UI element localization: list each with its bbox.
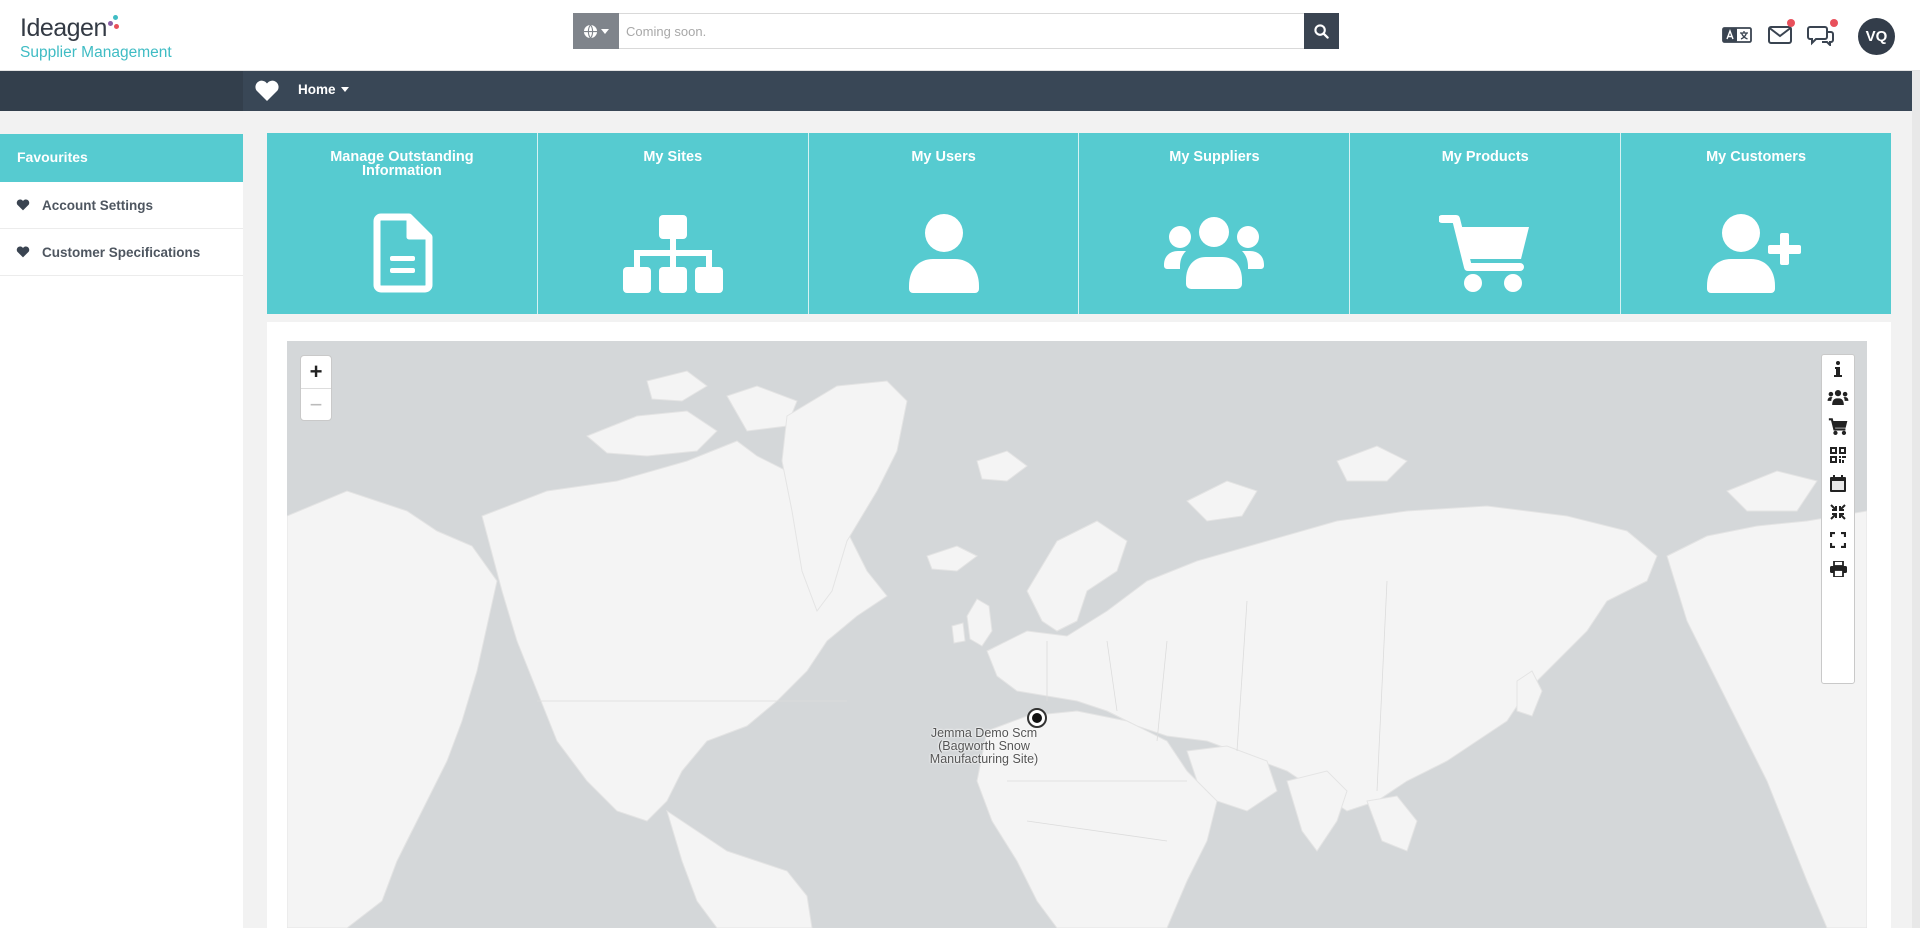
- search-input[interactable]: [619, 13, 1304, 49]
- navbar-left-panel: [0, 71, 243, 111]
- main-navbar: Home: [0, 71, 1912, 111]
- favourite-item-customer-specifications[interactable]: Customer Specifications: [0, 229, 243, 276]
- map-tool-print[interactable]: [1822, 555, 1854, 584]
- user-avatar[interactable]: VQ: [1858, 18, 1895, 55]
- map-tool-fullscreen[interactable]: [1822, 526, 1854, 555]
- tile-title: My Users: [911, 149, 976, 165]
- print-icon: [1829, 560, 1847, 577]
- map-tool-qrcode[interactable]: [1822, 441, 1854, 470]
- chat-button[interactable]: [1806, 19, 1838, 48]
- nav-home-label: Home: [298, 82, 336, 97]
- tile-title: My Customers: [1706, 149, 1807, 165]
- notification-dot: [1787, 19, 1795, 27]
- chat-icon: [1807, 26, 1834, 46]
- favourite-item-label: Customer Specifications: [42, 244, 201, 260]
- notification-dot: [1830, 19, 1838, 27]
- global-search: [573, 13, 1339, 49]
- user-plus-icon: [1707, 214, 1805, 298]
- zoom-control: + −: [300, 355, 332, 421]
- envelope-icon: [1768, 26, 1792, 44]
- calendar-icon: [1830, 474, 1846, 492]
- map-tool-suppliers[interactable]: [1822, 384, 1854, 413]
- users-group-icon: [1164, 217, 1265, 294]
- dashboard-tiles: Manage Outstanding Information My Sites …: [267, 133, 1891, 314]
- nav-home-dropdown[interactable]: Home: [298, 82, 349, 97]
- map-card: + − Jemma Demo Scm (Bagworth Snow Manufa…: [267, 322, 1891, 928]
- search-icon: [1314, 23, 1329, 39]
- info-icon: [1834, 361, 1842, 378]
- zoom-in-button[interactable]: +: [301, 356, 331, 388]
- logo-subtitle: Supplier Management: [20, 44, 172, 61]
- map-toolbar: [1821, 354, 1855, 684]
- tile-my-customers[interactable]: My Customers: [1621, 133, 1891, 314]
- tile-my-users[interactable]: My Users: [808, 133, 1080, 314]
- logo-mark-icon: [107, 15, 120, 31]
- qrcode-icon: [1830, 446, 1846, 463]
- caret-down-icon: [601, 28, 609, 34]
- caret-down-icon: [340, 87, 349, 92]
- heart-icon: [16, 199, 30, 211]
- sitemap-icon: [622, 215, 723, 298]
- tile-my-products[interactable]: My Products: [1350, 133, 1622, 314]
- page-scrollbar[interactable]: [1912, 71, 1920, 928]
- search-scope-dropdown[interactable]: [573, 13, 619, 49]
- heart-icon: [255, 80, 279, 101]
- users-group-icon: [1827, 390, 1849, 406]
- translate-icon: [1722, 27, 1752, 43]
- fullscreen-icon: [1830, 532, 1846, 549]
- zoom-out-button[interactable]: −: [301, 388, 331, 420]
- tile-my-suppliers[interactable]: My Suppliers: [1079, 133, 1351, 314]
- map-tool-calendar[interactable]: [1822, 469, 1854, 498]
- app-logo[interactable]: Ideagen Supplier Management: [20, 14, 172, 62]
- messages-button[interactable]: [1765, 19, 1795, 48]
- favourite-item-account-settings[interactable]: Account Settings: [0, 182, 243, 229]
- site-marker[interactable]: [1027, 708, 1047, 728]
- map-tool-info[interactable]: [1822, 355, 1854, 384]
- tile-title: My Sites: [643, 149, 703, 165]
- world-map[interactable]: + − Jemma Demo Scm (Bagworth Snow Manufa…: [287, 341, 1867, 928]
- compress-icon: [1830, 504, 1846, 520]
- heart-icon: [16, 246, 30, 258]
- map-tool-shrink[interactable]: [1822, 498, 1854, 527]
- cart-icon: [1828, 417, 1848, 435]
- document-icon: [371, 213, 433, 298]
- translate-button[interactable]: [1722, 22, 1752, 48]
- tile-title: Manage Outstanding Information: [330, 149, 474, 179]
- logo-brand-text: Ideagen: [20, 14, 107, 42]
- tile-manage-outstanding-information[interactable]: Manage Outstanding Information: [267, 133, 538, 314]
- world-map-landmasses: [287, 370, 1867, 928]
- tile-my-sites[interactable]: My Sites: [537, 133, 809, 314]
- search-button[interactable]: [1304, 13, 1339, 49]
- map-tool-products[interactable]: [1822, 412, 1854, 441]
- favourites-header: Favourites: [0, 134, 243, 182]
- top-header: Ideagen Supplier Management VQ: [0, 0, 1920, 71]
- user-icon: [908, 214, 979, 298]
- favourites-toggle[interactable]: [254, 80, 280, 107]
- tile-title: My Products: [1441, 149, 1529, 165]
- globe-icon: [583, 24, 598, 38]
- tile-title: My Suppliers: [1169, 149, 1260, 165]
- favourites-sidebar: Favourites Account Settings Customer Spe…: [0, 134, 243, 928]
- site-marker-label: Jemma Demo Scm (Bagworth Snow Manufactur…: [929, 726, 1039, 766]
- favourite-item-label: Account Settings: [42, 197, 154, 213]
- cart-icon: [1438, 213, 1531, 298]
